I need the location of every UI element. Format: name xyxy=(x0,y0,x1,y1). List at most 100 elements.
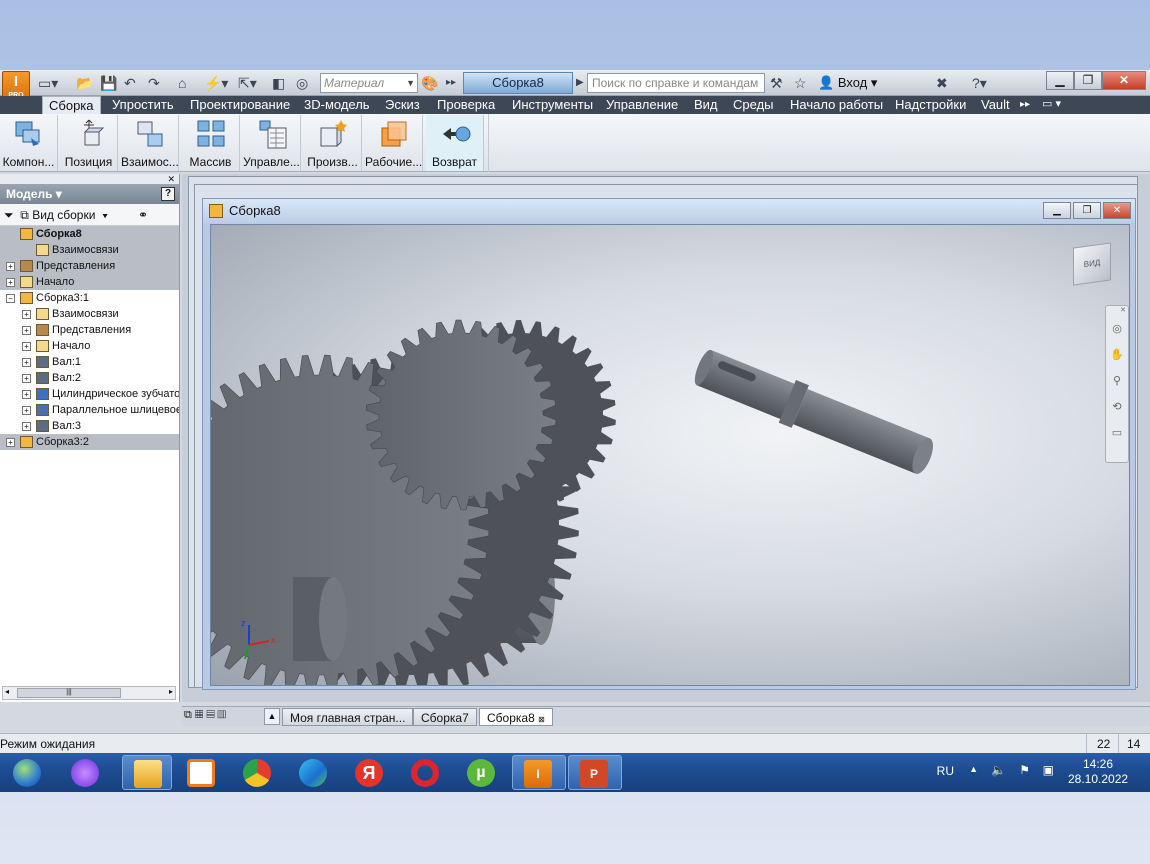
viewcube[interactable]: ВИД xyxy=(1073,242,1111,286)
alice-button[interactable] xyxy=(60,755,110,790)
scroll-thumb[interactable]: ||| xyxy=(17,688,121,698)
expand-icon[interactable]: + xyxy=(22,390,31,399)
productivity-button[interactable]: Произв... xyxy=(304,115,362,171)
color-wheel-icon[interactable]: 🎨 xyxy=(421,73,438,93)
utorrent-button[interactable]: µ xyxy=(456,755,506,790)
steering-wheel-icon[interactable]: ◎ xyxy=(1106,316,1128,342)
tree-node[interactable]: + Вал:2 xyxy=(0,370,179,386)
tab-tools[interactable]: Инструменты xyxy=(512,96,593,114)
tree-node[interactable]: + Представления xyxy=(0,322,179,338)
tab-assembly[interactable]: Сборка xyxy=(42,96,101,114)
help-search-input[interactable]: Поиск по справке и командам xyxy=(587,73,765,93)
return-button[interactable]: Возврат xyxy=(426,115,484,171)
scroll-left-icon[interactable]: ◂ xyxy=(5,687,9,696)
browser-horizontal-scrollbar[interactable]: ◂ ||| ▸ xyxy=(2,686,176,700)
tab-sketch[interactable]: Эскиз xyxy=(385,96,420,114)
expand-icon[interactable]: + xyxy=(22,326,31,335)
floating-shaft-part[interactable] xyxy=(690,344,939,480)
help-icon[interactable]: ?▾ xyxy=(972,73,987,93)
tree-node[interactable]: + Начало xyxy=(0,338,179,354)
pattern-button[interactable]: Массив xyxy=(182,115,240,171)
tree-node[interactable]: + Взаимосвязи xyxy=(0,306,179,322)
minimize-button[interactable]: ▁ xyxy=(1046,71,1074,90)
new-file-icon[interactable]: ▭▾ xyxy=(38,73,58,93)
tree-node[interactable]: + Вал:3 xyxy=(0,418,179,434)
expand-icon[interactable]: + xyxy=(22,422,31,431)
orbit-icon[interactable]: ⟲ xyxy=(1106,394,1128,420)
expand-icon[interactable]: + xyxy=(22,310,31,319)
pan-hand-icon[interactable]: ✋ xyxy=(1106,342,1128,368)
tab-view[interactable]: Вид xyxy=(694,96,718,114)
tab-vault[interactable]: Vault xyxy=(981,96,1010,114)
select-icon[interactable]: ⇱▾ xyxy=(238,73,257,93)
tab-design[interactable]: Проектирование xyxy=(190,96,290,114)
appearance-icon[interactable]: ◎ xyxy=(296,73,308,93)
update-icon[interactable]: ⚡▾ xyxy=(204,73,228,93)
tab-3d-model[interactable]: 3D-модель xyxy=(304,96,370,114)
more-tabs-icon[interactable]: ▸▸ xyxy=(1020,96,1030,114)
language-indicator[interactable]: RU xyxy=(937,764,954,778)
close-button[interactable]: ✕ xyxy=(1102,71,1146,90)
tab-my-home[interactable]: Моя главная стран... xyxy=(282,708,414,726)
tile-windows-icons[interactable]: ⧉ ▦ ▤ ▥ xyxy=(184,709,226,722)
tab-close-icon[interactable]: ⊠ xyxy=(538,715,545,724)
browser-header[interactable]: Модель ▾? xyxy=(0,184,179,204)
save-icon[interactable]: 💾 xyxy=(100,73,117,93)
tree-node[interactable]: + Параллельное шлицевое с xyxy=(0,402,179,418)
3d-viewport[interactable]: z x ВИД ✕ ◎ ✋ ⚲ ⟲ ▭ xyxy=(210,224,1130,686)
position-button[interactable]: Позиция xyxy=(60,115,118,171)
tree-node[interactable]: + Представления xyxy=(0,258,179,274)
volume-muted-icon[interactable]: 🔈 xyxy=(991,763,1006,777)
tab-manage[interactable]: Управление xyxy=(606,96,678,114)
view-dropdown-icon[interactable]: ▾ xyxy=(99,208,108,222)
opera-button[interactable] xyxy=(400,755,450,790)
tab-addins[interactable]: Надстройки xyxy=(895,96,966,114)
tree-node[interactable]: Взаимосвязи xyxy=(0,242,179,258)
login-button[interactable]: 👤 Вход ▾ xyxy=(818,73,877,93)
tree-node[interactable]: + Сборка3:2 xyxy=(0,434,179,450)
yandex-button[interactable]: Я xyxy=(344,755,394,790)
document-title-tab[interactable]: Сборка8 xyxy=(463,72,573,94)
material-select[interactable]: Материал ▼ xyxy=(320,73,418,93)
clock[interactable]: 14:26 28.10.2022 xyxy=(1068,757,1128,787)
collapse-icon[interactable]: − xyxy=(6,294,15,303)
edge-button[interactable] xyxy=(288,755,338,790)
constrain-button[interactable]: Взаимос... xyxy=(121,115,179,171)
open-file-icon[interactable]: 📂 xyxy=(76,73,93,93)
tab-simplify[interactable]: Упростить xyxy=(112,96,174,114)
place-component-button[interactable]: Компон... xyxy=(0,115,58,171)
doc-minimize-button[interactable]: ▁ xyxy=(1043,202,1071,219)
zoom-icon[interactable]: ⚲ xyxy=(1106,368,1128,394)
work-features-button[interactable]: Рабочие... xyxy=(365,115,423,171)
favorites-star-icon[interactable]: ☆ xyxy=(794,73,807,93)
tab-get-started[interactable]: Начало работы xyxy=(790,96,883,114)
expand-icon[interactable]: + xyxy=(22,358,31,367)
scroll-right-icon[interactable]: ▸ xyxy=(169,687,173,696)
action-center-flag-icon[interactable]: ⚑ xyxy=(1019,763,1030,777)
filter-icon[interactable]: ⏷ xyxy=(4,208,14,222)
doc-restore-button[interactable]: ❐ xyxy=(1073,202,1101,219)
media-player-button[interactable] xyxy=(176,755,226,790)
tab-environments[interactable]: Среды xyxy=(733,96,774,114)
view-selector[interactable]: Вид сборки xyxy=(32,208,95,222)
exchange-x-icon[interactable]: ✖ xyxy=(936,73,948,93)
3d-model-scene[interactable]: z x xyxy=(211,225,1130,686)
network-icon[interactable]: ▣ xyxy=(1043,763,1054,777)
manage-button[interactable]: Управле... xyxy=(243,115,301,171)
expand-icon[interactable]: + xyxy=(6,262,15,271)
tree-node[interactable]: − Сборка3:1 xyxy=(0,290,179,306)
expand-icon[interactable]: + xyxy=(6,438,15,447)
inventor-button[interactable]: I xyxy=(512,755,566,790)
expand-icon[interactable]: + xyxy=(6,278,15,287)
tree-node[interactable]: + Цилиндрическое зубчатое xyxy=(0,386,179,402)
look-at-icon[interactable]: ▭ xyxy=(1106,420,1128,446)
expand-icon[interactable]: + xyxy=(22,406,31,415)
search-binoculars-icon[interactable]: ⚭ xyxy=(138,204,148,226)
redo-icon[interactable]: ↷ xyxy=(148,73,160,93)
document-window-title-bar[interactable]: Сборка8 ▁ ❐ ✕ xyxy=(203,199,1135,223)
doc-close-button[interactable]: ✕ xyxy=(1103,202,1131,219)
tree-node[interactable]: + Начало xyxy=(0,274,179,290)
gear-hub[interactable] xyxy=(293,577,347,661)
chrome-button[interactable] xyxy=(232,755,282,790)
start-button[interactable] xyxy=(2,755,52,790)
